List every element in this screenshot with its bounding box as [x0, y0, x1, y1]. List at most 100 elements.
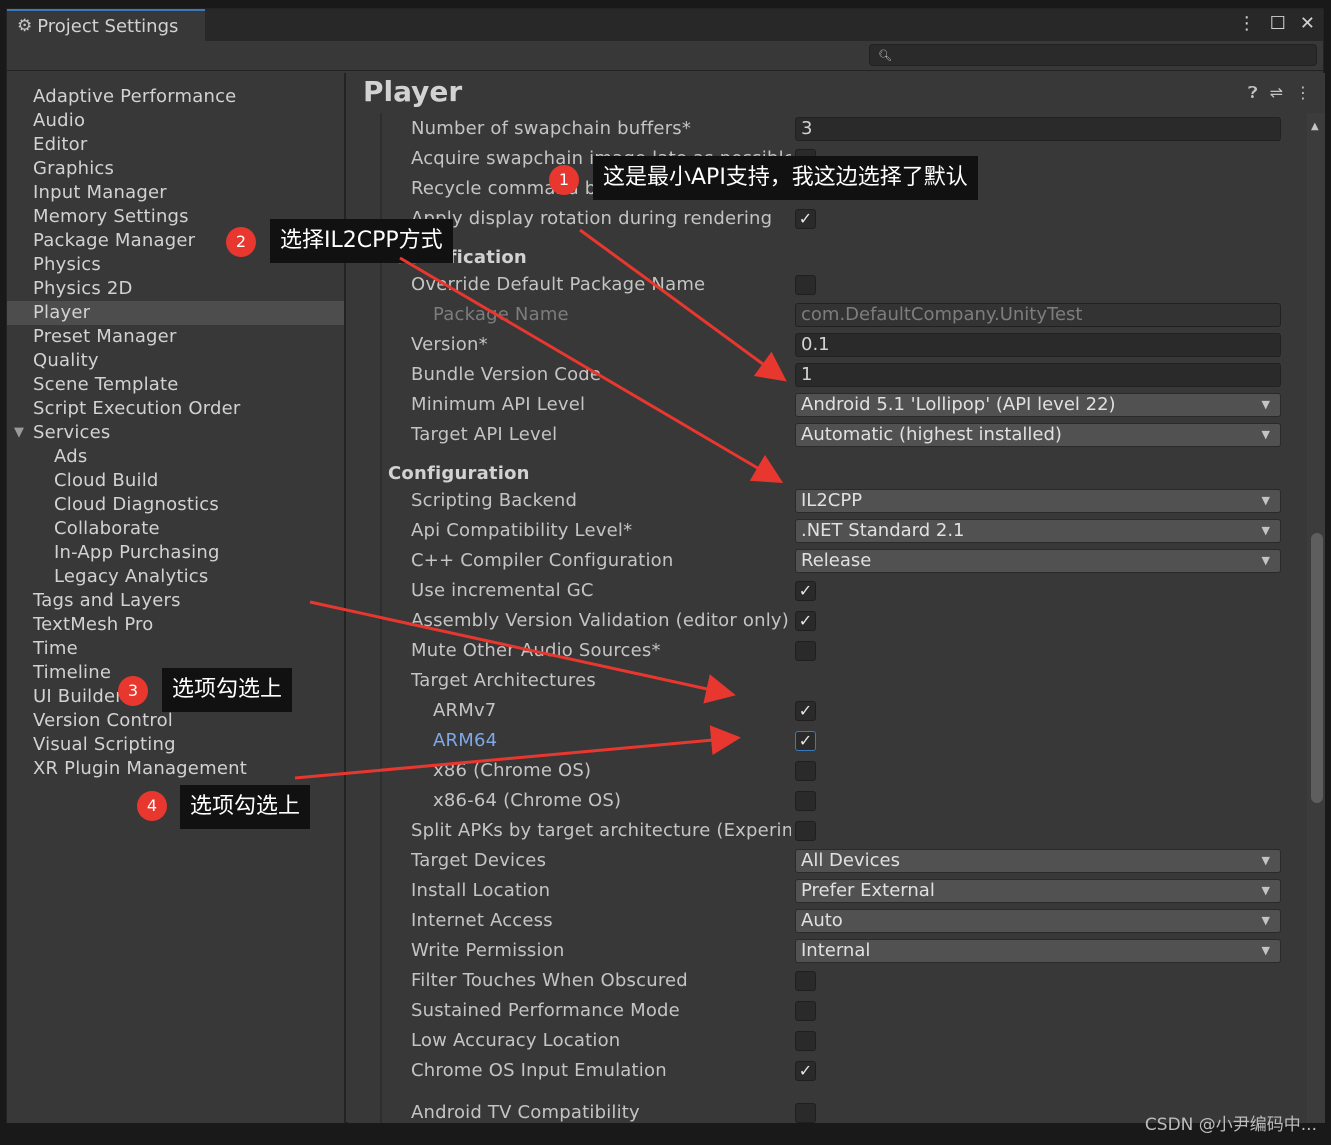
sidebar-item-tags-and-layers[interactable]: Tags and Layers: [7, 589, 344, 613]
target-devices-dropdown[interactable]: All Devices ▼: [795, 849, 1281, 873]
close-icon[interactable]: ✕: [1300, 13, 1315, 34]
chevron-down-icon: ▼: [1261, 494, 1270, 507]
setting-row-internet-access: Internet Access Auto ▼: [348, 907, 1288, 935]
sidebar-item-preset-manager[interactable]: Preset Manager: [7, 325, 344, 349]
sidebar-item-in-app-purchasing[interactable]: In-App Purchasing: [7, 541, 344, 565]
write-permission-dropdown[interactable]: Internal ▼: [795, 939, 1281, 963]
assembly-version-validation-editor-only-checkbox[interactable]: ✓: [795, 611, 816, 631]
low-accuracy-location-checkbox[interactable]: [795, 1031, 816, 1051]
use-incremental-gc-checkbox[interactable]: ✓: [795, 581, 816, 601]
filter-touches-when-obscured-checkbox[interactable]: [795, 971, 816, 991]
sidebar-item-script-execution-order[interactable]: Script Execution Order: [7, 397, 344, 421]
callout-2: 选择IL2CPP方式: [270, 219, 453, 263]
sidebar-item-time[interactable]: Time: [7, 637, 344, 661]
armv7-checkbox[interactable]: ✓: [795, 701, 816, 721]
sidebar-item-scene-template[interactable]: Scene Template: [7, 373, 344, 397]
tab-project-settings[interactable]: ⚙ Project Settings: [7, 9, 205, 41]
split-apks-by-target-architecture-experimental-checkbox[interactable]: [795, 821, 816, 841]
package-name-input[interactable]: com.DefaultCompany.UnityTest: [795, 303, 1281, 327]
setting-label: Assembly Version Validation (editor only…: [411, 610, 790, 631]
setting-label: Android TV Compatibility: [411, 1102, 640, 1123]
setting-row-assembly-version-validation-editor-only: Assembly Version Validation (editor only…: [348, 607, 1288, 635]
section-header[interactable]: Configuration: [388, 463, 768, 484]
sidebar-item-ads[interactable]: Ads: [7, 445, 344, 469]
setting-row-minimum-api-level: Minimum API Level Android 5.1 'Lollipop' …: [348, 391, 1288, 419]
preset-icon[interactable]: ⇌: [1270, 83, 1283, 103]
sidebar-item-label: Input Manager: [33, 182, 167, 203]
setting-row-bundle-version-code: Bundle Version Code 1: [348, 361, 1288, 389]
player-settings-panel: Player ❓︎ ⇌ ⋮ Number of swapchain buffer…: [348, 73, 1325, 1123]
sidebar-item-label: Cloud Build: [54, 470, 159, 491]
sustained-performance-mode-checkbox[interactable]: [795, 1001, 816, 1021]
setting-label: Install Location: [411, 880, 551, 901]
sidebar-item-input-manager[interactable]: Input Manager: [7, 181, 344, 205]
sidebar-item-quality[interactable]: Quality: [7, 349, 344, 373]
page-title: Player: [363, 75, 463, 108]
sidebar-item-version-control[interactable]: Version Control: [7, 709, 344, 733]
setting-label: Write Permission: [411, 940, 565, 961]
kebab-menu-icon[interactable]: ⋮: [1295, 83, 1311, 103]
kebab-menu-icon[interactable]: ⋮: [1238, 13, 1256, 34]
arm64-checkbox[interactable]: ✓: [795, 731, 816, 751]
sidebar-item-cloud-diagnostics[interactable]: Cloud Diagnostics: [7, 493, 344, 517]
internet-access-dropdown[interactable]: Auto ▼: [795, 909, 1281, 933]
setting-row-x86-chrome-os: x86 (Chrome OS): [348, 757, 1288, 785]
watermark: CSDN @小尹编码中...: [1144, 1115, 1317, 1135]
setting-label: Minimum API Level: [411, 394, 586, 415]
c-compiler-configuration-dropdown[interactable]: Release ▼: [795, 549, 1281, 573]
api-compatibility-level-dropdown[interactable]: .NET Standard 2.1 ▼: [795, 519, 1281, 543]
setting-label: Internet Access: [411, 910, 553, 931]
scroll-thumb[interactable]: [1311, 533, 1323, 803]
title-bar: ⚙ Project Settings ⋮ ☐ ✕: [7, 9, 1323, 41]
chevron-down-icon: ▼: [1261, 914, 1270, 927]
sidebar-item-services[interactable]: ▼ Services: [7, 421, 344, 445]
search-input[interactable]: 🔍︎: [869, 44, 1317, 66]
maximize-icon[interactable]: ☐: [1270, 13, 1286, 34]
callout-4-text: 选项勾选上: [190, 794, 301, 819]
callout-1-text: 这是最小API支持，我这边选择了默认: [603, 165, 968, 190]
vertical-scrollbar[interactable]: ▲: [1307, 113, 1325, 1123]
sidebar-item-label: In-App Purchasing: [54, 542, 220, 563]
x86-chrome-os-checkbox[interactable]: [795, 761, 816, 781]
callout-3-text: 选项勾选上: [172, 677, 283, 702]
sidebar-item-audio[interactable]: Audio: [7, 109, 344, 133]
sidebar-item-label: Services: [33, 422, 111, 443]
sidebar-item-textmesh-pro[interactable]: TextMesh Pro: [7, 613, 344, 637]
bundle-version-code-input[interactable]: 1: [795, 363, 1281, 387]
apply-display-rotation-during-rendering-checkbox[interactable]: ✓: [795, 209, 816, 229]
target-api-level-dropdown[interactable]: Automatic (highest installed) ▼: [795, 423, 1281, 447]
chevron-down-icon: ▼: [1261, 554, 1270, 567]
scroll-up-icon[interactable]: ▲: [1311, 121, 1319, 132]
sidebar-item-graphics[interactable]: Graphics: [7, 157, 344, 181]
version-input[interactable]: 0.1: [795, 333, 1281, 357]
number-of-swapchain-buffers-input[interactable]: 3: [795, 117, 1281, 141]
sidebar-item-legacy-analytics[interactable]: Legacy Analytics: [7, 565, 344, 589]
setting-row-sustained-performance-mode: Sustained Performance Mode: [348, 997, 1288, 1025]
setting-label: x86 (Chrome OS): [433, 760, 592, 781]
sidebar-item-visual-scripting[interactable]: Visual Scripting: [7, 733, 344, 757]
gear-icon: ⚙: [17, 16, 33, 36]
setting-label: Sustained Performance Mode: [411, 1000, 680, 1021]
window-controls: ⋮ ☐ ✕: [1238, 13, 1315, 34]
setting-row-filter-touches-when-obscured: Filter Touches When Obscured: [348, 967, 1288, 995]
expand-triangle-icon[interactable]: ▼: [14, 421, 24, 445]
minimum-api-level-dropdown[interactable]: Android 5.1 'Lollipop' (API level 22) ▼: [795, 393, 1281, 417]
x86-64-chrome-os-checkbox[interactable]: [795, 791, 816, 811]
android-tv-compatibility-checkbox[interactable]: [795, 1103, 816, 1123]
chrome-os-input-emulation-checkbox[interactable]: ✓: [795, 1061, 816, 1081]
sidebar-item-adaptive-performance[interactable]: Adaptive Performance: [7, 85, 344, 109]
sidebar-item-physics-2d[interactable]: Physics 2D: [7, 277, 344, 301]
setting-label: Low Accuracy Location: [411, 1030, 621, 1051]
sidebar-item-collaborate[interactable]: Collaborate: [7, 517, 344, 541]
override-default-package-name-checkbox[interactable]: [795, 275, 816, 295]
install-location-dropdown[interactable]: Prefer External ▼: [795, 879, 1281, 903]
sidebar-item-player[interactable]: Player: [7, 301, 344, 325]
sidebar-item-cloud-build[interactable]: Cloud Build: [7, 469, 344, 493]
scripting-backend-dropdown[interactable]: IL2CPP ▼: [795, 489, 1281, 513]
setting-label: Chrome OS Input Emulation: [411, 1060, 667, 1081]
sidebar-item-xr-plugin-management[interactable]: XR Plugin Management: [7, 757, 344, 781]
chevron-down-icon: ▼: [1261, 524, 1270, 537]
help-icon[interactable]: ❓︎: [1248, 83, 1258, 103]
mute-other-audio-sources-checkbox[interactable]: [795, 641, 816, 661]
sidebar-item-editor[interactable]: Editor: [7, 133, 344, 157]
